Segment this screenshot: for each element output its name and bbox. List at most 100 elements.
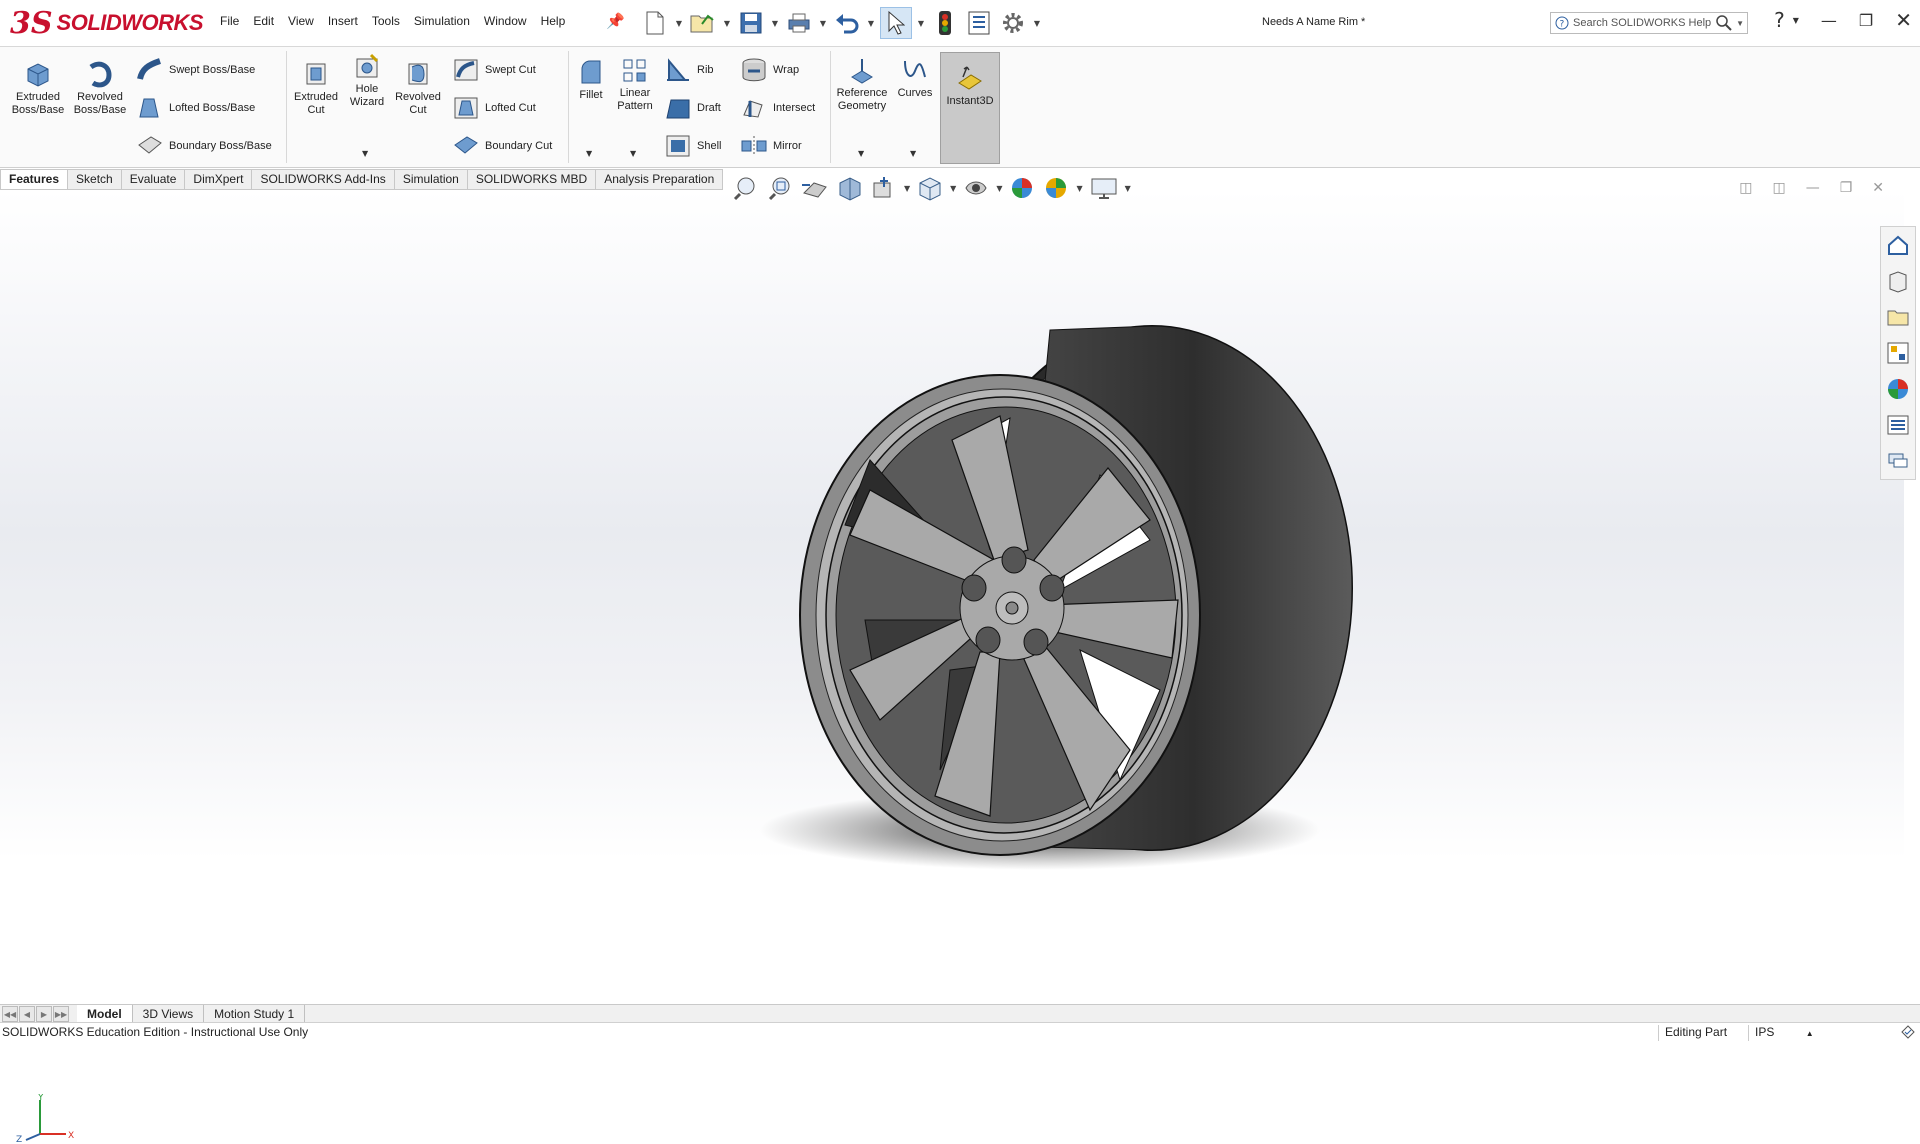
file-properties-icon[interactable]	[964, 8, 994, 38]
curves-dropdown-icon[interactable]: ▼	[910, 149, 916, 158]
select-pointer-icon[interactable]	[880, 7, 912, 39]
tab-analysis-preparation[interactable]: Analysis Preparation	[596, 169, 724, 190]
help-dropdown-icon[interactable]: ▼	[1793, 16, 1799, 25]
mirror-button[interactable]: Mirror	[740, 133, 802, 159]
quick-tips-icon[interactable]	[1900, 1024, 1916, 1040]
menu-view[interactable]: View	[288, 14, 314, 28]
menu-simulation[interactable]: Simulation	[414, 14, 470, 28]
hole-wizard-button[interactable]: Hole Wizard	[342, 53, 392, 109]
shell-button[interactable]: Shell	[664, 133, 721, 159]
display-style-icon[interactable]	[962, 175, 990, 201]
collapse-left-icon[interactable]: ◫	[1739, 180, 1752, 196]
revolved-boss-button[interactable]: Revolved Boss/Base	[70, 59, 130, 117]
last-tab-arrow-icon[interactable]: ▶▶	[53, 1006, 69, 1022]
tab-model[interactable]: Model	[77, 1005, 133, 1023]
unit-system-selector[interactable]: IPS ▲	[1748, 1025, 1845, 1041]
swept-boss-button[interactable]: Swept Boss/Base	[136, 57, 255, 83]
menu-file[interactable]: File	[220, 14, 239, 28]
open-document-icon[interactable]	[688, 8, 718, 38]
menu-window[interactable]: Window	[484, 14, 527, 28]
solidworks-logo[interactable]: 3S SOLIDWORKS	[10, 4, 204, 42]
save-icon[interactable]	[736, 8, 766, 38]
tab-motion-study-1[interactable]: Motion Study 1	[204, 1005, 306, 1023]
new-document-icon[interactable]	[640, 8, 670, 38]
appearances-icon[interactable]	[1881, 373, 1915, 405]
options-gear-icon[interactable]	[998, 8, 1028, 38]
intersect-button[interactable]: Intersect	[740, 95, 815, 121]
linear-pattern-dropdown-icon[interactable]: ▼	[630, 149, 636, 158]
collapse-right-icon[interactable]: ◫	[1772, 180, 1785, 196]
home-icon[interactable]	[1881, 229, 1915, 261]
print-dropdown-icon[interactable]: ▼	[818, 19, 828, 28]
view-settings-dropdown-icon[interactable]: ▼	[1125, 184, 1131, 193]
section-view-icon[interactable]	[836, 175, 864, 201]
view-orientation-dropdown-icon[interactable]: ▼	[950, 184, 956, 193]
swept-cut-button[interactable]: Swept Cut	[452, 57, 536, 83]
wrap-button[interactable]: Wrap	[740, 57, 799, 83]
reference-geometry-dropdown-icon[interactable]: ▼	[858, 149, 864, 158]
pin-menu-icon[interactable]: 📌	[606, 12, 625, 30]
extruded-cut-button[interactable]: Extruded Cut	[290, 59, 342, 117]
units-dropdown-icon[interactable]: ▲	[1806, 1029, 1814, 1038]
menu-insert[interactable]: Insert	[328, 14, 358, 28]
zoom-to-fit-icon[interactable]	[732, 175, 760, 201]
fillet-button[interactable]: Fillet	[572, 59, 610, 102]
tab-features[interactable]: Features	[0, 169, 69, 190]
instant3d-button[interactable]: Instant3D	[940, 52, 1000, 164]
lofted-cut-button[interactable]: Lofted Cut	[452, 95, 536, 121]
undo-dropdown-icon[interactable]: ▼	[866, 19, 876, 28]
print-icon[interactable]	[784, 8, 814, 38]
apply-scene-icon[interactable]	[1042, 175, 1070, 201]
tab-simulation[interactable]: Simulation	[394, 169, 468, 190]
boundary-cut-button[interactable]: Boundary Cut	[452, 133, 552, 159]
minimize-icon[interactable]: —	[1821, 11, 1837, 30]
options-dropdown-icon[interactable]: ▼	[1032, 19, 1042, 28]
menu-edit[interactable]: Edit	[253, 14, 274, 28]
help-icon[interactable]: ?	[1774, 8, 1785, 32]
zoom-to-area-icon[interactable]	[766, 175, 794, 201]
undo-icon[interactable]	[832, 8, 862, 38]
tab-sketch[interactable]: Sketch	[68, 169, 122, 190]
lofted-boss-button[interactable]: Lofted Boss/Base	[136, 95, 255, 121]
first-tab-arrow-icon[interactable]: ◀◀	[2, 1006, 18, 1022]
revolved-cut-button[interactable]: Revolved Cut	[392, 59, 444, 117]
rim-model[interactable]	[0, 190, 1904, 1006]
scene-dropdown-icon[interactable]: ▼	[1076, 184, 1082, 193]
forum-icon[interactable]	[1881, 445, 1915, 477]
annotation-dropdown-icon[interactable]: ▼	[904, 184, 910, 193]
next-tab-arrow-icon[interactable]: ▶	[36, 1006, 52, 1022]
hole-wizard-dropdown-icon[interactable]: ▼	[362, 149, 368, 158]
boundary-boss-button[interactable]: Boundary Boss/Base	[136, 133, 272, 159]
dynamic-annotation-icon[interactable]	[870, 175, 898, 201]
menu-tools[interactable]: Tools	[372, 14, 400, 28]
previous-view-icon[interactable]	[800, 175, 830, 201]
menu-help[interactable]: Help	[541, 14, 566, 28]
tab-3d-views[interactable]: 3D Views	[133, 1005, 205, 1023]
tab-solidworks-add-ins[interactable]: SOLIDWORKS Add-Ins	[252, 169, 395, 190]
save-dropdown-icon[interactable]: ▼	[770, 19, 780, 28]
edit-appearance-icon[interactable]	[1008, 175, 1036, 201]
file-explorer-icon[interactable]	[1881, 301, 1915, 333]
close-icon[interactable]: ✕	[1895, 8, 1912, 32]
viewport-close-icon[interactable]: ✕	[1872, 180, 1884, 196]
viewport-minimize-icon[interactable]: —	[1806, 180, 1820, 196]
graphics-area[interactable]: Y Z X	[0, 190, 1904, 1144]
search-icon[interactable]	[1716, 15, 1732, 31]
open-dropdown-icon[interactable]: ▼	[722, 19, 732, 28]
tab-dimxpert[interactable]: DimXpert	[185, 169, 253, 190]
view-palette-icon[interactable]	[1881, 337, 1915, 369]
rib-button[interactable]: Rib	[664, 57, 714, 83]
new-dropdown-icon[interactable]: ▼	[674, 19, 684, 28]
linear-pattern-button[interactable]: Linear Pattern	[612, 57, 658, 113]
restore-icon[interactable]: ❐	[1859, 11, 1873, 30]
viewport-restore-icon[interactable]: ❐	[1840, 180, 1853, 196]
select-dropdown-icon[interactable]: ▼	[916, 19, 926, 28]
search-help-field[interactable]: ? Search SOLIDWORKS Help ▼	[1550, 12, 1748, 34]
curves-button[interactable]: Curves	[892, 57, 938, 100]
rebuild-icon[interactable]	[930, 8, 960, 38]
view-settings-icon[interactable]	[1089, 175, 1119, 201]
reference-geometry-button[interactable]: Reference Geometry	[834, 57, 890, 113]
fillet-dropdown-icon[interactable]: ▼	[586, 149, 592, 158]
search-dropdown-icon[interactable]: ▼	[1736, 19, 1744, 28]
tab-evaluate[interactable]: Evaluate	[121, 169, 186, 190]
